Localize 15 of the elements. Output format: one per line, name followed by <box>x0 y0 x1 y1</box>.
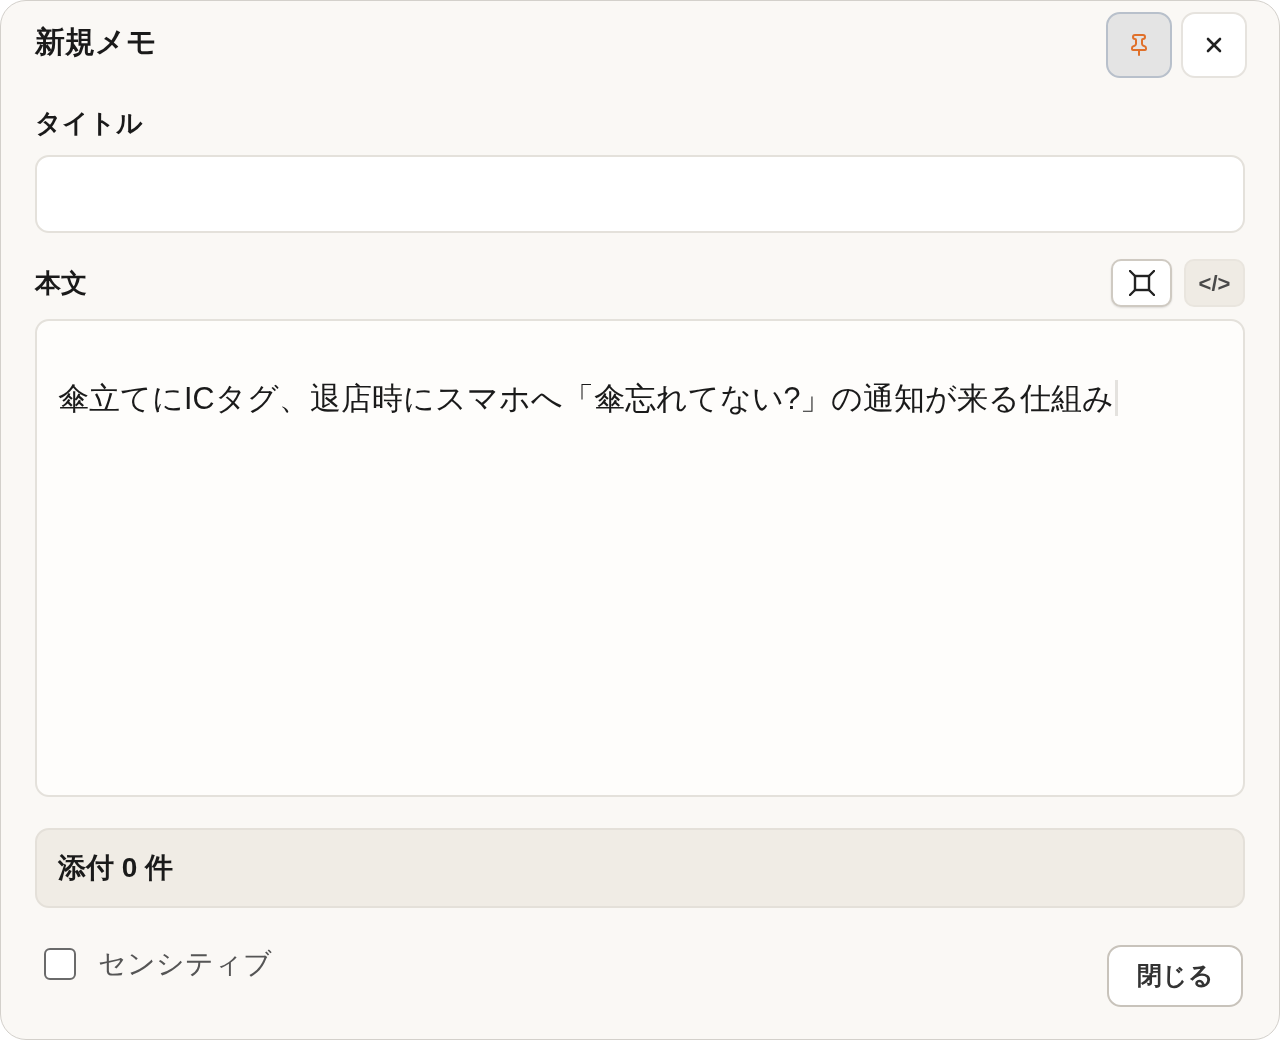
code-view-button[interactable]: </> <box>1184 259 1245 307</box>
close-dialog-button[interactable]: 閉じる <box>1107 945 1243 1007</box>
sensitive-label: センシティブ <box>98 947 272 981</box>
body-text: 傘立てにICタグ、退店時にスマホへ「傘忘れてない?」の通知が来る仕組み <box>58 380 1115 417</box>
pin-button[interactable] <box>1106 12 1172 78</box>
expand-button[interactable] <box>1111 259 1172 307</box>
expand-icon <box>1128 270 1155 296</box>
close-button[interactable] <box>1181 12 1247 78</box>
title-input[interactable] <box>35 155 1245 233</box>
attachments-count: 添付 0 件 <box>58 851 174 885</box>
dialog-title: 新規メモ <box>35 24 157 60</box>
sensitive-checkbox[interactable] <box>44 948 76 980</box>
title-label: タイトル <box>35 107 143 140</box>
body-field[interactable]: 傘立てにICタグ、退店時にスマホへ「傘忘れてない?」の通知が来る仕組み <box>35 319 1245 797</box>
body-label: 本文 <box>35 267 87 300</box>
